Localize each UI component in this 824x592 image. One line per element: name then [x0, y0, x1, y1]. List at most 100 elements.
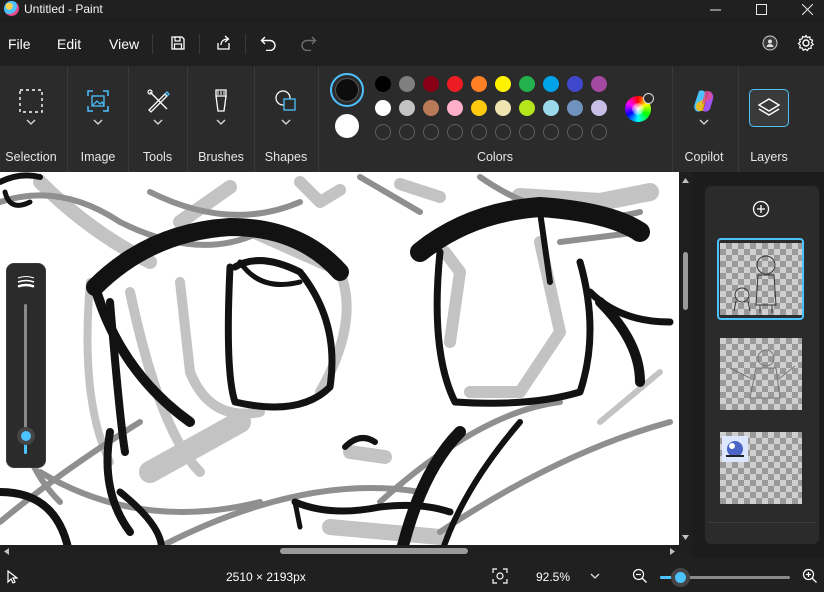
color-swatch[interactable]: [471, 76, 487, 92]
layer-thumbnail[interactable]: [720, 243, 802, 315]
menu-bar: File Edit View: [0, 22, 824, 66]
layers-group[interactable]: Layers: [739, 66, 799, 172]
color-swatch[interactable]: [567, 100, 583, 116]
status-bar: 2510 × 2193px 92.5%: [0, 558, 824, 592]
copilot-group[interactable]: Copilot: [673, 66, 735, 172]
fit-to-window-icon[interactable]: [492, 568, 508, 584]
add-color-icon: [643, 93, 654, 104]
custom-color-slot[interactable]: [495, 124, 511, 140]
brushes-group[interactable]: Brushes: [188, 66, 254, 172]
stroke-thickness-icon: [17, 276, 35, 288]
color-swatch[interactable]: [447, 76, 463, 92]
color-swatch[interactable]: [423, 76, 439, 92]
close-icon[interactable]: [784, 0, 824, 18]
drawing-canvas[interactable]: [0, 172, 692, 558]
menu-divider: [245, 34, 246, 54]
shapes-label: Shapes: [264, 150, 308, 164]
zoom-dropdown[interactable]: [522, 564, 612, 588]
horizontal-scroll-thumb[interactable]: [280, 548, 468, 554]
layers-label: Layers: [750, 150, 788, 164]
custom-color-slot[interactable]: [471, 124, 487, 140]
color-swatch[interactable]: [375, 100, 391, 116]
zoom-in-icon[interactable]: [802, 568, 818, 584]
canvas-dimensions: 2510 × 2193px: [226, 570, 306, 584]
undo-icon[interactable]: [257, 32, 279, 54]
color-swatch[interactable]: [423, 100, 439, 116]
menu-divider: [199, 34, 200, 54]
vertical-scrollbar[interactable]: [679, 172, 692, 546]
custom-color-slot[interactable]: [567, 124, 583, 140]
color-swatch[interactable]: [519, 76, 535, 92]
menu-divider: [152, 34, 153, 54]
custom-color-slot[interactable]: [375, 124, 391, 140]
primary-color-selector[interactable]: [330, 73, 364, 107]
color-swatch[interactable]: [399, 76, 415, 92]
color-wheel-icon[interactable]: [625, 93, 654, 122]
menu-view[interactable]: View: [109, 36, 139, 52]
menu-file[interactable]: File: [8, 36, 31, 52]
secondary-color-swatch[interactable]: [335, 114, 359, 138]
color-swatch[interactable]: [591, 76, 607, 92]
tools-label: Tools: [142, 150, 173, 164]
color-swatch[interactable]: [543, 76, 559, 92]
primary-color-swatch: [335, 78, 359, 102]
color-swatch[interactable]: [591, 100, 607, 116]
custom-color-slot[interactable]: [447, 124, 463, 140]
colors-label: Colors: [476, 150, 514, 164]
copilot-label: Copilot: [684, 150, 724, 164]
paint-app-icon: [4, 1, 19, 16]
redo-icon[interactable]: [297, 32, 319, 54]
title-bar: Untitled - Paint: [0, 0, 824, 18]
color-swatch[interactable]: [519, 100, 535, 116]
layer-thumbnail[interactable]: [720, 338, 802, 410]
shapes-icon: [271, 86, 301, 116]
zoom-out-icon[interactable]: [632, 568, 648, 584]
brushes-label: Brushes: [198, 150, 244, 164]
vertical-scroll-thumb[interactable]: [683, 252, 688, 310]
save-icon[interactable]: [167, 32, 189, 54]
custom-color-slot[interactable]: [591, 124, 607, 140]
custom-color-slot[interactable]: [399, 124, 415, 140]
shapes-group[interactable]: Shapes: [255, 66, 317, 172]
tools-group[interactable]: Tools: [129, 66, 186, 172]
color-swatch[interactable]: [471, 100, 487, 116]
scroll-left-arrow-icon[interactable]: [0, 545, 13, 558]
settings-gear-icon[interactable]: [795, 32, 817, 54]
scroll-right-arrow-icon[interactable]: [666, 545, 679, 558]
selection-group[interactable]: Selection: [0, 66, 62, 172]
layers-icon: [754, 93, 784, 123]
add-layer-icon[interactable]: [751, 199, 771, 219]
color-swatch[interactable]: [495, 100, 511, 116]
color-swatch[interactable]: [543, 100, 559, 116]
custom-color-slot[interactable]: [519, 124, 535, 140]
chevron-down-icon: [216, 119, 226, 125]
scroll-up-arrow-icon[interactable]: [679, 174, 692, 187]
selection-label: Selection: [5, 150, 57, 164]
scroll-down-arrow-icon[interactable]: [679, 531, 692, 544]
layer-thumbnail[interactable]: [720, 432, 802, 504]
chevron-down-icon: [153, 119, 162, 125]
color-swatch[interactable]: [447, 100, 463, 116]
color-swatch[interactable]: [495, 76, 511, 92]
window-title: Untitled - Paint: [24, 2, 103, 16]
chevron-down-icon: [26, 119, 36, 125]
brush-size-slider-thumb[interactable]: [17, 427, 35, 445]
color-swatch[interactable]: [567, 76, 583, 92]
image-label: Image: [80, 150, 116, 164]
copilot-icon: [689, 86, 719, 116]
chevron-down-icon: [699, 119, 709, 125]
custom-color-slot[interactable]: [423, 124, 439, 140]
custom-color-slot[interactable]: [543, 124, 559, 140]
layers-divider: [708, 522, 816, 523]
maximize-icon[interactable]: [738, 0, 784, 18]
image-group[interactable]: Image: [68, 66, 128, 172]
chevron-down-icon: [281, 119, 291, 125]
color-swatch[interactable]: [399, 100, 415, 116]
share-icon[interactable]: [212, 32, 234, 54]
menu-edit[interactable]: Edit: [57, 36, 81, 52]
chevron-down-icon: [93, 119, 103, 125]
minimize-icon[interactable]: [692, 0, 738, 18]
color-swatch[interactable]: [375, 76, 391, 92]
brush-icon: [206, 86, 236, 116]
account-icon[interactable]: [759, 32, 781, 54]
